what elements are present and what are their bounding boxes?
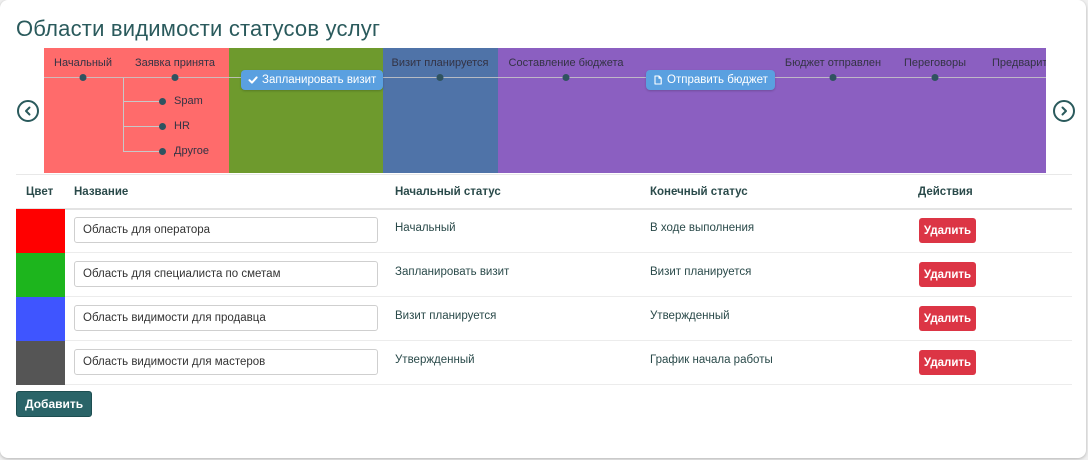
end-status-cell: Визит планируется bbox=[650, 266, 752, 278]
status-label: Предварите bbox=[992, 57, 1046, 69]
table-row: Визит планируется Утвержденный Удалить bbox=[16, 297, 1072, 341]
column-header-color: Цвет bbox=[26, 186, 54, 198]
send-budget-tag[interactable]: Отправить бюджет bbox=[646, 70, 775, 90]
status-node[interactable] bbox=[159, 123, 166, 130]
delete-button[interactable]: Удалить bbox=[919, 306, 976, 331]
scope-name-input[interactable] bbox=[74, 261, 378, 287]
status-label: Визит планируется bbox=[391, 57, 489, 69]
delete-button[interactable]: Удалить bbox=[919, 262, 976, 287]
status-label: Начальный bbox=[54, 57, 112, 69]
scope-name-input[interactable] bbox=[74, 305, 378, 331]
add-button[interactable]: Добавить bbox=[16, 391, 93, 417]
schedule-visit-tag[interactable]: Запланировать визит bbox=[241, 70, 384, 90]
status-timeline: Начальный Заявка принята Визит планирует… bbox=[44, 48, 1046, 173]
table-row: Запланировать визит Визит планируется Уд… bbox=[16, 253, 1072, 297]
chevron-left-icon bbox=[25, 106, 31, 116]
branch-line bbox=[123, 151, 161, 152]
status-label: Другое bbox=[174, 145, 209, 157]
status-scopes-panel: Области видимости статусов услуг Начальн… bbox=[0, 0, 1086, 458]
table-header: Цвет Название Начальный статус Конечный … bbox=[16, 174, 1072, 210]
scope-name-input[interactable] bbox=[74, 349, 378, 375]
column-header-end-status: Конечный статус bbox=[650, 186, 748, 198]
column-header-name: Название bbox=[74, 186, 129, 198]
status-node[interactable] bbox=[562, 74, 570, 81]
column-header-actions: Действия bbox=[918, 186, 973, 198]
table-row: Утвержденный График начала работы Удалит… bbox=[16, 341, 1072, 385]
table-row: Начальный В ходе выполнения Удалить bbox=[16, 209, 1072, 253]
branch-line bbox=[123, 101, 161, 102]
delete-button[interactable]: Удалить bbox=[919, 218, 976, 243]
color-swatch[interactable] bbox=[16, 341, 65, 385]
status-node[interactable] bbox=[171, 74, 179, 81]
end-status-cell: Утвержденный bbox=[650, 310, 730, 322]
tag-label: Отправить бюджет bbox=[667, 74, 768, 86]
timeline-next-button[interactable] bbox=[1053, 100, 1075, 122]
start-status-cell: Запланировать визит bbox=[395, 266, 510, 278]
status-label: HR bbox=[174, 120, 190, 132]
color-swatch[interactable] bbox=[16, 253, 65, 297]
start-status-cell: Визит планируется bbox=[395, 310, 497, 322]
tag-label: Запланировать визит bbox=[262, 74, 377, 86]
timeline-line bbox=[44, 77, 1046, 78]
status-label: Составление бюджета bbox=[508, 57, 624, 69]
chevron-right-icon bbox=[1061, 106, 1067, 116]
status-label: Бюджет отправлен bbox=[784, 57, 882, 69]
status-node[interactable] bbox=[159, 148, 166, 155]
document-icon bbox=[654, 75, 662, 85]
end-status-cell: В ходе выполнения bbox=[650, 222, 755, 234]
status-label: Заявка принята bbox=[134, 57, 216, 69]
start-status-cell: Начальный bbox=[395, 222, 456, 234]
status-node[interactable] bbox=[829, 74, 837, 81]
check-icon bbox=[248, 76, 258, 84]
status-node[interactable] bbox=[79, 74, 87, 81]
status-node[interactable] bbox=[931, 74, 939, 81]
start-status-cell: Утвержденный bbox=[395, 354, 475, 366]
color-swatch[interactable] bbox=[16, 297, 65, 341]
status-label: Переговоры bbox=[903, 57, 967, 69]
status-node[interactable] bbox=[159, 98, 166, 105]
scope-name-input[interactable] bbox=[74, 217, 378, 243]
status-node[interactable] bbox=[436, 74, 444, 81]
column-header-start-status: Начальный статус bbox=[395, 186, 501, 198]
timeline-prev-button[interactable] bbox=[17, 100, 39, 122]
end-status-cell: График начала работы bbox=[650, 354, 773, 366]
delete-button[interactable]: Удалить bbox=[919, 350, 976, 375]
status-label: Spam bbox=[174, 95, 203, 107]
color-swatch[interactable] bbox=[16, 209, 65, 253]
branch-line bbox=[123, 126, 161, 127]
page-title: Области видимости статусов услуг bbox=[16, 16, 381, 41]
branch-line bbox=[123, 78, 124, 151]
zone-estimator bbox=[229, 48, 383, 173]
